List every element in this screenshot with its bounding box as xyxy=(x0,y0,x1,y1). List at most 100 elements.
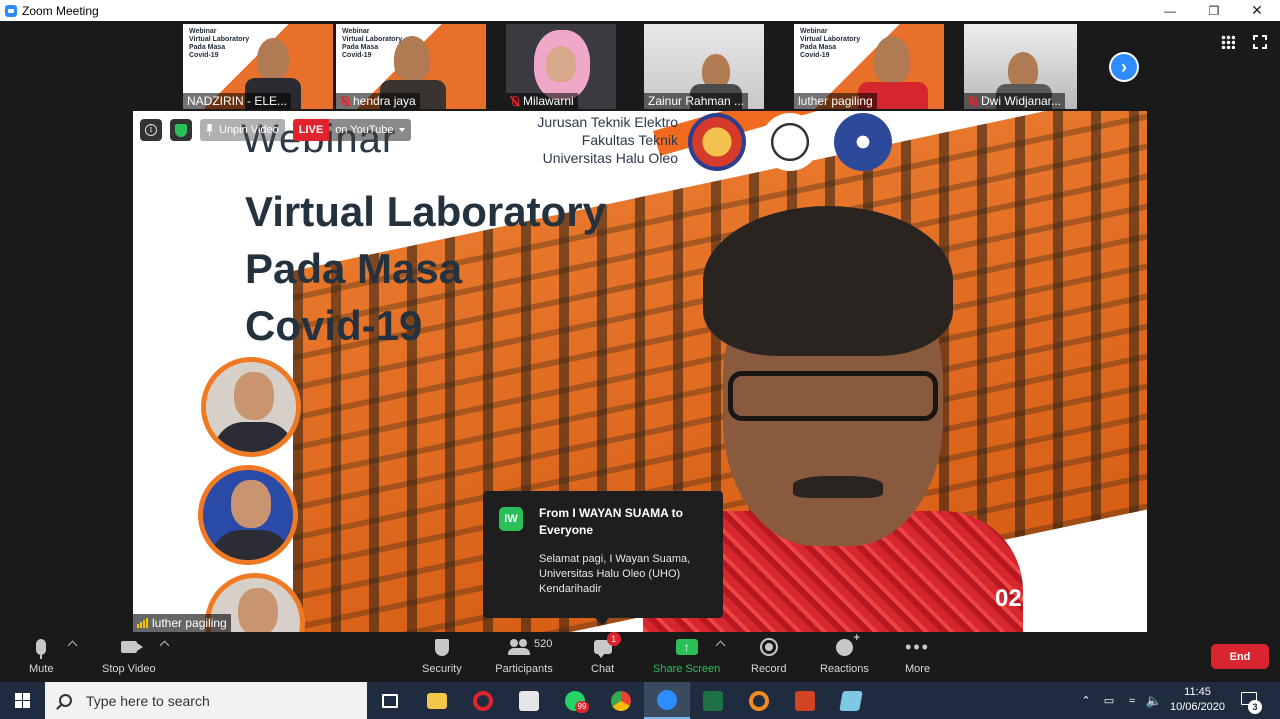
opera-icon xyxy=(473,690,493,711)
mini-slide-text: Webinar xyxy=(800,28,828,35)
restore-button[interactable]: ❐ xyxy=(1191,0,1237,21)
share-screen-button[interactable]: ↑ Share Screen xyxy=(653,636,720,675)
participant-name: hendra jaya xyxy=(353,94,416,108)
folder-icon xyxy=(427,692,447,709)
chevron-right-icon: › xyxy=(1111,54,1137,80)
more-label: More xyxy=(905,663,931,675)
mini-slide-text: Pada Masa xyxy=(800,44,837,51)
participant-thumbnail[interactable]: Milawarni xyxy=(506,24,616,109)
stop-video-label: Stop Video xyxy=(102,663,156,675)
slide-year: 020 xyxy=(995,585,1036,612)
chat-notification[interactable]: IW From I WAYAN SUAMA to Everyone Selama… xyxy=(483,491,723,625)
close-button[interactable]: ✕ xyxy=(1234,0,1280,21)
taskbar-search-app[interactable] xyxy=(736,682,782,719)
seal-logo xyxy=(761,113,819,171)
unpin-video-button[interactable]: Unpin Video xyxy=(200,119,285,141)
task-view-icon xyxy=(382,693,398,708)
chat-label: Chat xyxy=(591,663,615,675)
gallery-view-icon[interactable] xyxy=(1221,35,1235,49)
mini-slide-text: Webinar xyxy=(342,28,370,35)
title-bar: Zoom Meeting — ❐ ✕ xyxy=(0,0,1280,21)
reactions-button[interactable]: Reactions xyxy=(820,632,869,676)
participant-thumbnail[interactable]: Dwi Widjanar... xyxy=(964,24,1077,109)
record-button[interactable]: Record xyxy=(751,636,786,675)
video-options-chevron-icon[interactable] xyxy=(159,640,170,651)
taskbar-file-explorer[interactable] xyxy=(414,682,460,719)
mini-slide-text: Pada Masa xyxy=(189,44,226,51)
speaker-photo xyxy=(198,465,298,565)
video-controls: i Unpin Video LIVE on YouTube xyxy=(140,119,411,141)
encryption-button[interactable] xyxy=(170,119,192,141)
chrome-icon xyxy=(611,690,631,711)
share-screen-icon: ↑ xyxy=(675,639,698,655)
windows-taskbar: Type here to search 99 ⌃ ▭ ≈ 🔈 11:45 10/… xyxy=(0,682,1280,719)
slide-heading-line: Covid-19 xyxy=(245,302,423,349)
windows-logo-icon xyxy=(15,693,30,708)
security-label: Security xyxy=(422,663,462,675)
mini-slide-text: Virtual Laboratory xyxy=(800,36,861,43)
taskbar-opera[interactable] xyxy=(460,682,506,719)
participant-thumbnail-active[interactable]: Webinar Virtual Laboratory Pada Masa Covid-… xyxy=(794,24,944,109)
chat-button[interactable]: 1 Chat xyxy=(591,632,621,675)
taskbar-powerpoint[interactable] xyxy=(782,682,828,719)
mic-muted-icon xyxy=(340,95,349,107)
taskbar-chrome[interactable] xyxy=(598,682,644,719)
mic-muted-icon xyxy=(510,95,519,107)
magnifier-app-icon xyxy=(749,690,769,711)
stop-video-button[interactable]: Stop Video xyxy=(102,636,156,675)
next-page-button[interactable]: › xyxy=(1109,52,1139,82)
unpin-label: Unpin Video xyxy=(219,124,279,136)
start-button[interactable] xyxy=(0,682,45,719)
mini-slide-text: Covid-19 xyxy=(342,52,372,59)
camera-icon xyxy=(120,641,137,653)
audio-options-chevron-icon[interactable] xyxy=(67,640,78,651)
youtube-dropdown[interactable]: on YouTube xyxy=(329,119,411,141)
ellipsis-icon: ••• xyxy=(905,636,930,657)
notification-count: 3 xyxy=(1248,700,1262,714)
fullscreen-icon[interactable] xyxy=(1253,35,1267,49)
taskbar-whatsapp[interactable]: 99 xyxy=(552,682,598,719)
taskbar-notes[interactable] xyxy=(506,682,552,719)
wifi-icon[interactable]: ≈ xyxy=(1122,682,1142,719)
glasses xyxy=(728,371,938,421)
taskbar-excel[interactable] xyxy=(690,682,736,719)
excel-icon xyxy=(703,690,723,711)
end-meeting-button[interactable]: End xyxy=(1211,644,1269,669)
more-button[interactable]: ••• More xyxy=(905,636,931,676)
participant-thumbnail[interactable]: Zainur Rahman ... xyxy=(644,24,764,109)
taskbar-app[interactable] xyxy=(828,682,874,719)
mute-button[interactable]: Mute xyxy=(29,636,53,675)
slide-heading-line: Virtual Laboratory xyxy=(245,188,606,235)
participant-face xyxy=(1008,52,1038,88)
volume-icon[interactable]: 🔈 xyxy=(1144,682,1164,719)
tray-chevron-up-icon[interactable]: ⌃ xyxy=(1076,682,1096,719)
participant-face xyxy=(394,36,430,82)
task-view-button[interactable] xyxy=(367,682,413,719)
participants-button[interactable]: 520 Participants xyxy=(494,636,554,675)
minimize-button[interactable]: — xyxy=(1147,0,1193,21)
security-button[interactable]: Security xyxy=(422,636,462,675)
participant-thumbnail[interactable]: Webinar Virtual Laboratory Pada Masa Covid-… xyxy=(183,24,333,109)
reactions-label: Reactions xyxy=(820,663,869,675)
taskbar-search-box[interactable]: Type here to search xyxy=(45,682,367,719)
mini-slide-text: Virtual Laboratory xyxy=(189,36,250,43)
battery-icon[interactable]: ▭ xyxy=(1099,682,1119,719)
whatsapp-badge: 99 xyxy=(575,700,589,713)
participant-name: NADZIRIN - ELE... xyxy=(187,94,288,108)
participant-face xyxy=(257,38,289,80)
app-icon xyxy=(839,690,863,711)
taskbar-clock[interactable]: 11:45 10/06/2020 xyxy=(1165,685,1230,715)
record-label: Record xyxy=(751,663,787,675)
participant-name: Milawarni xyxy=(523,94,574,108)
live-stream-badge[interactable]: LIVE on YouTube xyxy=(292,119,411,141)
youtube-label: on YouTube xyxy=(335,124,394,136)
participant-name: luther pagiling xyxy=(798,94,873,108)
taskbar-zoom[interactable] xyxy=(644,682,690,719)
participants-icon xyxy=(508,639,530,655)
meeting-info-button[interactable]: i xyxy=(140,119,162,141)
university-logo xyxy=(688,113,746,171)
whatsapp-icon: 99 xyxy=(565,690,589,713)
meeting-stage: Webinar Virtual Laboratory Pada Masa Covid-… xyxy=(0,21,1280,632)
participant-thumbnail[interactable]: Webinar Virtual Laboratory Pada Masa Covid-… xyxy=(336,24,486,109)
audio-level-icon xyxy=(137,618,148,628)
